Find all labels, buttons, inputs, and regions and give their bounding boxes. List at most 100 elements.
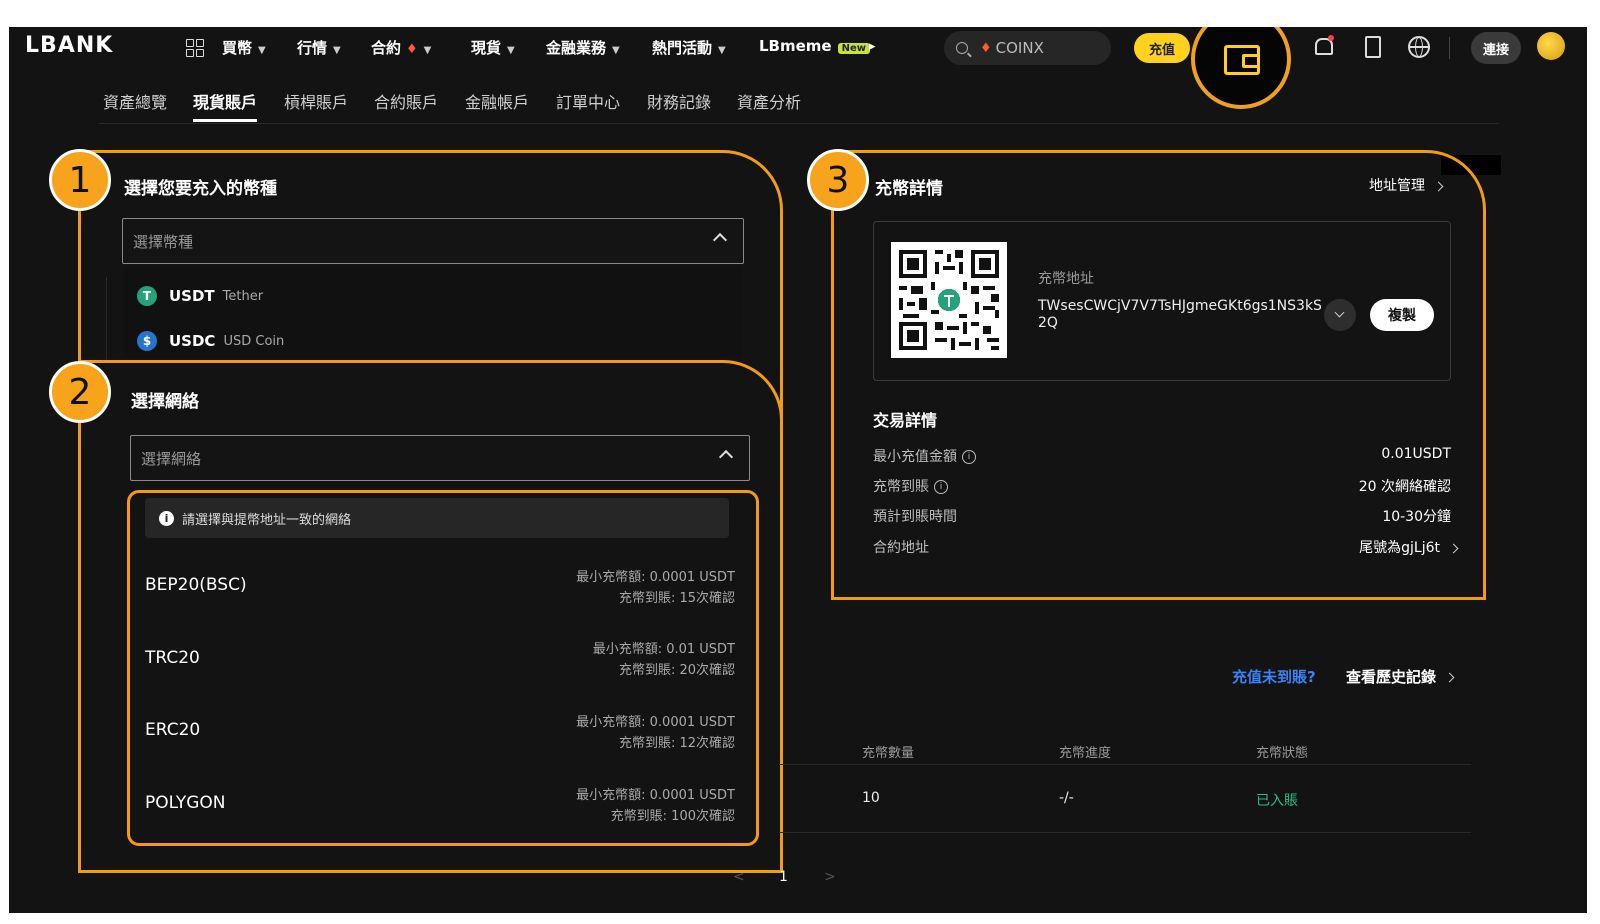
row-progress: -/- (1059, 790, 1074, 806)
nav-label: 現貨 (471, 39, 502, 57)
step3-title: 充幣詳情 (875, 179, 943, 199)
detail-label: 最小充值金額 i (873, 446, 976, 466)
lbank-logo[interactable]: LBANK (25, 33, 113, 58)
network-min: 最小充幣額: 0.0001 USDT (576, 570, 735, 585)
step2-number-badge: 2 (49, 361, 111, 423)
network-select-placeholder: 選擇網絡 (141, 449, 202, 468)
connect-button[interactable]: 連接 (1471, 32, 1521, 64)
table-row-divider (779, 832, 1471, 833)
globe-icon[interactable] (1407, 35, 1430, 58)
network-confirm: 充幣到賬: 100次確認 (610, 809, 735, 824)
detail-label: 充幣到賬 i (873, 476, 948, 496)
coin-select-placeholder: 選擇幣種 (133, 232, 194, 251)
chevron-right-icon (1448, 543, 1459, 553)
network-min: 最小充幣額: 0.0001 USDT (576, 715, 735, 730)
fire-icon: ♦ (406, 42, 418, 57)
coin-option-usdt[interactable]: T USDT Tether (137, 284, 263, 308)
coin-select[interactable]: 選擇幣種 (122, 218, 744, 264)
view-history-link[interactable]: 查看歷史記錄 (1346, 666, 1455, 687)
nav-more-arrow[interactable]: ▸ (869, 39, 876, 54)
tab-financial-records[interactable]: 財務記錄 (647, 89, 711, 113)
network-confirm: 充幣到賬: 12次確認 (618, 736, 735, 751)
nav-markets[interactable]: 行情 ▼ (297, 37, 341, 58)
network-name[interactable]: ERC20 (145, 720, 200, 740)
nav-events[interactable]: 熱門活動 ▼ (652, 37, 726, 58)
contract-address-link[interactable]: 尾號為gjLj6t (1359, 537, 1459, 557)
network-tip-text: 請選擇與提幣地址一致的網絡 (182, 512, 352, 528)
address-management-label: 地址管理 (1369, 178, 1425, 194)
network-min: 最小充幣額: 0.01 USDT (592, 642, 735, 657)
info-icon[interactable]: i (962, 450, 976, 464)
nav-label: 行情 (297, 39, 328, 57)
network-min: 最小充幣額: 0.0001 USDT (576, 788, 735, 803)
chevron-up-icon (718, 449, 734, 465)
chevron-right-icon (1444, 672, 1455, 683)
pagination-page[interactable]: 1 (779, 869, 788, 885)
tab-asset-overview[interactable]: 資產總覽 (103, 89, 167, 113)
deposit-qr-code (891, 242, 1007, 358)
expand-address-button[interactable] (1324, 299, 1356, 331)
network-name[interactable]: BEP20(BSC) (145, 575, 247, 595)
step3-number-badge: 3 (807, 149, 869, 211)
column-header-amount: 充幣數量 (862, 746, 915, 761)
nav-label: 熱門活動 (652, 39, 713, 57)
wallet-icon (1224, 45, 1260, 75)
deposit-not-arrived-link[interactable]: 充值未到賬? (1232, 666, 1316, 687)
row-status: 已入賬 (1256, 793, 1298, 809)
apps-grid-icon[interactable] (186, 39, 204, 57)
chevron-down-icon: ▼ (718, 45, 726, 56)
network-confirm: 充幣到賬: 20次確認 (618, 663, 735, 678)
active-tab-indicator (193, 119, 257, 122)
network-select[interactable]: 選擇網絡 (130, 435, 750, 481)
network-name[interactable]: TRC20 (145, 648, 200, 668)
detail-label-text: 充幣到賬 (873, 479, 929, 495)
coin-option-usdc[interactable]: $ USDC USD Coin (137, 329, 284, 353)
copy-address-button[interactable]: 複製 (1370, 299, 1434, 331)
tab-asset-analysis[interactable]: 資產分析 (737, 89, 801, 113)
tabs-divider (99, 123, 1499, 124)
tab-finance-account[interactable]: 金融帳戶 (465, 89, 529, 113)
avatar[interactable] (1537, 32, 1565, 60)
network-confirm: 充幣到賬: 15次確認 (618, 591, 735, 606)
nav-lbmeme[interactable]: LBmeme New (759, 37, 870, 55)
new-badge: New (837, 43, 870, 54)
search-input[interactable]: ♦ COINX (944, 31, 1111, 65)
nav-finance[interactable]: 金融業務 ▼ (546, 37, 620, 58)
deposit-address: TWsesCWCjV7V7TsHJgmeGKt6gs1NS3kS2Q (1038, 298, 1322, 331)
tab-spot-account[interactable]: 現貨賬戶 (193, 89, 257, 113)
tab-order-center[interactable]: 訂單中心 (556, 89, 620, 113)
search-text: COINX (995, 39, 1044, 57)
deposit-button[interactable]: 充值 (1134, 33, 1190, 63)
nav-buy-crypto[interactable]: 買幣 ▼ (222, 37, 266, 58)
qr-code-graphic (891, 242, 1007, 358)
coin-symbol: USDC (169, 332, 216, 350)
network-info: 最小充幣額: 0.0001 USDT 充幣到賬: 100次確認 (576, 785, 735, 827)
trade-details-title: 交易詳情 (873, 411, 938, 430)
address-management-link[interactable]: 地址管理 (1369, 175, 1444, 195)
column-header-progress: 充幣進度 (1059, 746, 1112, 761)
network-tip: i 請選擇與提幣地址一致的網絡 (145, 498, 729, 538)
detail-value: 10-30分鐘 (1382, 509, 1451, 525)
download-app-icon[interactable] (1361, 35, 1383, 58)
info-icon[interactable]: i (934, 480, 948, 494)
bell-icon[interactable] (1312, 35, 1334, 57)
contract-address-value: 尾號為gjLj6t (1359, 540, 1440, 556)
nav-futures[interactable]: 合約 ♦ ▼ (371, 37, 431, 58)
pagination-next[interactable]: > (824, 869, 836, 885)
nav-spot[interactable]: 現貨 ▼ (471, 37, 515, 58)
detail-value: 0.01USDT (1381, 446, 1451, 462)
chevron-down-icon: ▼ (507, 45, 515, 56)
app-window: LBANK 買幣 ▼ 行情 ▼ 合約 ♦ ▼ 現貨 ▼ 金融業務 ▼ 熱門活動 ▼ LBmem… (9, 27, 1587, 913)
network-name[interactable]: POLYGON (145, 793, 226, 813)
chevron-down-icon: ▼ (258, 45, 266, 56)
nav-label: LBmeme (759, 37, 832, 55)
pagination-prev[interactable]: < (733, 869, 745, 885)
chevron-up-icon (712, 232, 728, 248)
network-info: 最小充幣額: 0.0001 USDT 充幣到賬: 15次確認 (576, 567, 735, 609)
tab-futures-account[interactable]: 合約賬戶 (374, 89, 438, 113)
wallet-highlight[interactable] (1191, 27, 1291, 109)
network-info: 最小充幣額: 0.01 USDT 充幣到賬: 20次確認 (593, 639, 735, 681)
tab-margin-account[interactable]: 槓桿賬戶 (284, 89, 348, 113)
usdc-icon: $ (137, 331, 157, 351)
step1-number-badge: 1 (49, 149, 111, 211)
